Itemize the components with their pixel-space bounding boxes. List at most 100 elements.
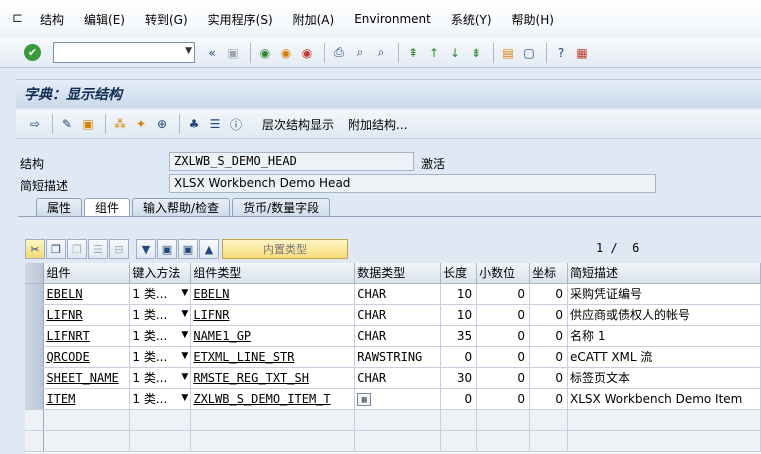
paste-icon[interactable]: ❐ — [67, 239, 87, 259]
component-type-cell[interactable]: EBELN — [190, 283, 356, 305]
insert-row-icon[interactable]: ☰ — [88, 239, 108, 259]
empty-cell[interactable] — [129, 430, 192, 452]
empty-cell[interactable] — [190, 430, 356, 452]
row-selector[interactable] — [25, 388, 45, 410]
builtin-type-button[interactable]: 内置类型 — [222, 239, 348, 259]
menu-system[interactable]: 系统(Y) — [451, 11, 492, 28]
menu-environment[interactable]: Environment — [354, 12, 431, 26]
typing-method-cell[interactable]: 1 类... ▼ — [129, 367, 192, 389]
component-type-cell[interactable]: NAME1_GP — [190, 325, 356, 347]
typing-method-cell[interactable]: 1 类... ▼ — [129, 304, 192, 326]
column-header-component-type[interactable]: 组件类型 — [190, 263, 356, 284]
empty-cell[interactable] — [529, 430, 569, 452]
collapse-icon[interactable]: « — [203, 44, 221, 62]
tab-components[interactable]: 组件 — [84, 198, 131, 217]
column-header-typing-method[interactable]: 键入方法 — [129, 263, 192, 284]
short-description-field[interactable]: XLSX Workbench Demo Head — [169, 174, 656, 193]
column-header-data-type[interactable]: 数据类型 — [354, 263, 442, 284]
empty-cell[interactable] — [43, 409, 131, 431]
dropdown-arrow-icon[interactable]: ▼ — [181, 330, 188, 340]
component-type-cell[interactable]: ZXLWB_S_DEMO_ITEM_T — [190, 388, 356, 410]
component-cell[interactable]: LIFNRT — [43, 325, 131, 347]
row-selector[interactable] — [25, 430, 45, 452]
menu-structure[interactable]: 结构 — [40, 11, 64, 28]
row-selector[interactable] — [25, 283, 45, 305]
dropdown-arrow-icon[interactable]: ▼ — [181, 351, 188, 361]
empty-cell[interactable] — [567, 430, 761, 452]
other-object-icon[interactable]: ⇨ — [26, 115, 44, 133]
empty-cell[interactable] — [43, 430, 131, 452]
empty-cell[interactable] — [476, 430, 531, 452]
display-change-icon[interactable]: ✎ — [58, 115, 76, 133]
help-icon[interactable]: ? — [552, 44, 570, 62]
row-selector[interactable] — [25, 304, 45, 326]
column-header-short-description[interactable]: 简短描述 — [567, 263, 761, 284]
next-page-icon[interactable]: ↓ — [446, 44, 464, 62]
menu-utilities[interactable]: 实用程序(S) — [208, 11, 273, 28]
last-page-icon[interactable]: ⇟ — [467, 44, 485, 62]
data-type-cell[interactable]: ▥ — [354, 388, 442, 410]
select-all-icon[interactable]: ▼ — [136, 239, 156, 259]
empty-cell[interactable] — [440, 409, 478, 431]
structure-field[interactable]: ZXLWB_S_DEMO_HEAD — [169, 152, 414, 171]
system-menu-icon[interactable]: ⊏ — [12, 11, 28, 27]
hierarchy-icon[interactable]: ♣ — [185, 115, 203, 133]
menu-edit[interactable]: 编辑(E) — [84, 11, 125, 28]
first-page-icon[interactable]: ⇞ — [404, 44, 422, 62]
menu-goto[interactable]: 转到(G) — [145, 11, 188, 28]
component-cell[interactable]: EBELN — [43, 283, 131, 305]
empty-cell[interactable] — [354, 409, 442, 431]
save-icon[interactable]: ▣ — [224, 44, 242, 62]
find-icon[interactable]: ⌕ — [351, 44, 369, 62]
where-used-icon[interactable]: ⁂ — [111, 115, 129, 133]
command-field[interactable]: ▼ — [53, 42, 195, 63]
dropdown-arrow-icon[interactable]: ▼ — [181, 372, 188, 382]
activate-icon[interactable]: ⊕ — [153, 115, 171, 133]
column-header-length[interactable]: 长度 — [440, 263, 478, 284]
object-list-icon[interactable]: ☰ — [206, 115, 224, 133]
empty-cell[interactable] — [529, 409, 569, 431]
tab-input-help-check[interactable]: 输入帮助/检查 — [132, 198, 231, 217]
collapse-up-icon[interactable]: ▲ — [199, 239, 219, 259]
dropdown-arrow-icon[interactable]: ▼ — [181, 309, 188, 319]
component-cell[interactable]: QRCODE — [43, 346, 131, 368]
row-selector[interactable] — [25, 409, 45, 431]
empty-cell[interactable] — [567, 409, 761, 431]
empty-cell[interactable] — [476, 409, 531, 431]
find-next-icon[interactable]: ⌕ — [372, 44, 390, 62]
cancel-icon[interactable]: ◉ — [298, 44, 316, 62]
customize-layout-icon[interactable]: ▦ — [573, 44, 591, 62]
column-header-coordinate[interactable]: 坐标 — [529, 263, 569, 284]
typing-method-cell[interactable]: 1 类... ▼ — [129, 325, 192, 347]
check-icon[interactable]: ✦ — [132, 115, 150, 133]
copy-icon[interactable]: ❐ — [46, 239, 66, 259]
new-session-icon[interactable]: ▤ — [499, 44, 517, 62]
block-icon[interactable]: ▣ — [178, 239, 198, 259]
hierarchy-display-button[interactable]: 层次结构显示 — [262, 116, 334, 133]
typing-method-cell[interactable]: 1 类... ▼ — [129, 346, 192, 368]
typing-method-cell[interactable]: 1 类... ▼ — [129, 388, 192, 410]
active-inactive-icon[interactable]: ▣ — [79, 115, 97, 133]
exit-icon[interactable]: ◉ — [277, 44, 295, 62]
deselect-icon[interactable]: ▣ — [157, 239, 177, 259]
chevron-down-icon[interactable]: ▼ — [185, 46, 192, 56]
empty-cell[interactable] — [129, 409, 192, 431]
row-selector[interactable] — [25, 325, 45, 347]
column-header-component[interactable]: 组件 — [43, 263, 131, 284]
component-type-cell[interactable]: LIFNR — [190, 304, 356, 326]
empty-cell[interactable] — [354, 430, 442, 452]
dropdown-arrow-icon[interactable]: ▼ — [181, 393, 188, 403]
component-cell[interactable]: SHEET_NAME — [43, 367, 131, 389]
enter-check-icon[interactable]: ✔ — [24, 44, 41, 61]
column-header-decimals[interactable]: 小数位 — [476, 263, 531, 284]
previous-page-icon[interactable]: ↑ — [425, 44, 443, 62]
info-icon[interactable]: ⓘ — [227, 115, 245, 133]
dropdown-arrow-icon[interactable]: ▼ — [181, 288, 188, 298]
delete-row-icon[interactable]: ⊟ — [109, 239, 129, 259]
row-selector[interactable] — [25, 346, 45, 368]
menu-help[interactable]: 帮助(H) — [512, 11, 554, 28]
select-all-rows[interactable] — [25, 263, 45, 284]
menu-extras[interactable]: 附加(A) — [293, 11, 335, 28]
empty-cell[interactable] — [190, 409, 356, 431]
row-selector[interactable] — [25, 367, 45, 389]
